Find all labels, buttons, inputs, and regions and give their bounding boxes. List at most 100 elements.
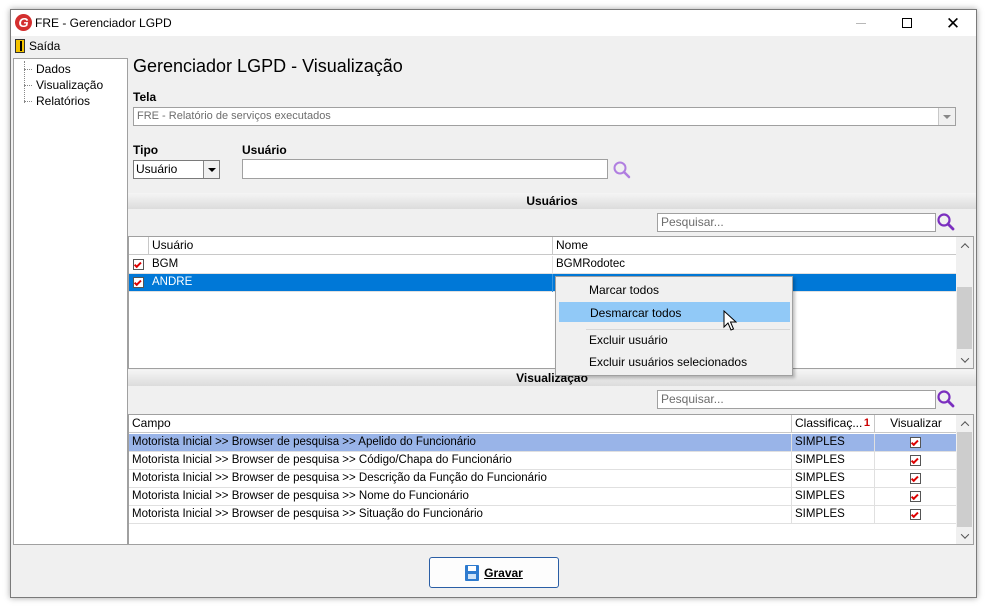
chevron-down-icon — [207, 167, 216, 172]
gravar-button-label: Gravar — [484, 565, 523, 580]
scroll-up-button[interactable] — [956, 415, 973, 432]
row-checkbox[interactable] — [133, 277, 144, 288]
visualizar-checkbox[interactable] — [910, 509, 921, 520]
page-title: Gerenciador LGPD - Visualização — [133, 56, 403, 76]
window-title: FRE - Gerenciador LGPD — [35, 16, 172, 30]
scroll-down-button[interactable] — [956, 351, 973, 368]
visualizacao-grid: Campo Classificaç... 1 Visualizar Motori… — [128, 414, 974, 545]
scroll-down-button[interactable] — [956, 527, 973, 544]
usuario-search-icon[interactable] — [612, 160, 632, 180]
scroll-up-button[interactable] — [956, 237, 973, 254]
usuarios-search-input[interactable]: Pesquisar... — [657, 213, 936, 232]
check-icon — [910, 455, 919, 464]
column-header-classificacao-label: Classificaç... — [795, 416, 863, 430]
tela-dropdown-button[interactable] — [938, 108, 955, 125]
maximize-button[interactable] — [884, 10, 930, 36]
title-bar: G FRE - Gerenciador LGPD ✕ — [11, 10, 976, 36]
check-icon — [910, 473, 919, 482]
menu-exit-label: Saída — [29, 39, 61, 53]
visualizar-checkbox[interactable] — [910, 455, 921, 466]
visualizacao-scrollbar[interactable] — [956, 415, 973, 544]
column-header-classificacao[interactable]: Classificaç... 1 — [792, 415, 875, 433]
row-checkbox[interactable] — [133, 259, 144, 270]
check-icon — [133, 277, 142, 286]
column-header-campo[interactable]: Campo — [129, 415, 792, 433]
usuarios-scrollbar[interactable] — [956, 237, 973, 368]
cell-classificacao: SIMPLES — [792, 452, 875, 470]
menu-item-desmarcar-todos[interactable]: Desmarcar todos — [559, 302, 790, 322]
visualizar-checkbox[interactable] — [910, 437, 921, 448]
cell-usuario: BGM — [149, 256, 553, 274]
column-header-usuario[interactable]: Usuário — [149, 237, 553, 255]
table-row-selected[interactable]: Motorista Inicial >> Browser de pesquisa… — [129, 434, 958, 452]
check-icon — [910, 491, 919, 500]
scroll-thumb[interactable] — [957, 432, 972, 527]
cell-campo: Motorista Inicial >> Browser de pesquisa… — [129, 452, 792, 470]
menu-item-excluir-usuario[interactable]: Excluir usuário — [559, 330, 790, 350]
minimize-icon — [856, 22, 866, 24]
visualizacao-grid-header: Campo Classificaç... 1 Visualizar — [129, 415, 958, 433]
tipo-label: Tipo — [133, 143, 159, 157]
cell-campo: Motorista Inicial >> Browser de pesquisa… — [129, 506, 792, 524]
exit-door-icon — [15, 39, 25, 53]
visualizacao-search-icon[interactable] — [936, 389, 956, 409]
app-window: G FRE - Gerenciador LGPD ✕ Saída Dados V… — [10, 9, 977, 598]
table-row[interactable]: Motorista Inicial >> Browser de pesquisa… — [129, 488, 958, 506]
tipo-select[interactable]: Usuário — [133, 160, 220, 179]
tipo-dropdown-button[interactable] — [203, 161, 219, 178]
usuarios-search-icon[interactable] — [936, 212, 956, 232]
sort-ascending-icon: 1 — [863, 417, 870, 429]
table-row[interactable]: Motorista Inicial >> Browser de pesquisa… — [129, 470, 958, 488]
table-row[interactable]: BGM BGMRodotec — [129, 256, 958, 274]
menu-item-excluir-selecionados[interactable]: Excluir usuários selecionados — [559, 352, 790, 372]
chevron-down-icon — [960, 529, 969, 539]
table-row[interactable]: Motorista Inicial >> Browser de pesquisa… — [129, 506, 958, 524]
chevron-up-icon — [960, 420, 969, 430]
column-header-visualizar[interactable]: Visualizar — [875, 415, 958, 433]
app-logo-icon: G — [15, 14, 32, 31]
cell-campo: Motorista Inicial >> Browser de pesquisa… — [129, 470, 792, 488]
context-menu: Marcar todos Desmarcar todos Excluir usu… — [555, 276, 793, 376]
cell-classificacao: SIMPLES — [792, 488, 875, 506]
gravar-button[interactable]: Gravar — [429, 557, 559, 588]
close-button[interactable]: ✕ — [930, 10, 976, 36]
visualizacao-search-input[interactable]: Pesquisar... — [657, 390, 936, 409]
cell-campo: Motorista Inicial >> Browser de pesquisa… — [129, 434, 792, 452]
chevron-up-icon — [960, 242, 969, 252]
visualizar-checkbox[interactable] — [910, 473, 921, 484]
check-icon — [910, 509, 919, 518]
table-row[interactable]: Motorista Inicial >> Browser de pesquisa… — [129, 452, 958, 470]
maximize-icon — [902, 18, 912, 28]
cell-classificacao: SIMPLES — [792, 434, 875, 452]
cell-usuario: ANDRE — [149, 274, 553, 292]
usuarios-grid-header: Usuário Nome — [129, 237, 958, 255]
tipo-select-value: Usuário — [136, 162, 178, 176]
menu-bar: Saída — [11, 36, 976, 56]
cell-nome: BGMRodotec — [553, 256, 958, 274]
tela-select[interactable]: FRE - Relatório de serviços executados — [133, 107, 956, 126]
cell-classificacao: SIMPLES — [792, 506, 875, 524]
tela-select-value: FRE - Relatório de serviços executados — [137, 110, 331, 122]
close-icon: ✕ — [945, 13, 961, 33]
cell-campo: Motorista Inicial >> Browser de pesquisa… — [129, 488, 792, 506]
tree-item-relatorios[interactable]: Relatórios — [18, 93, 90, 109]
usuario-input[interactable] — [242, 159, 608, 179]
floppy-disk-icon — [465, 564, 480, 581]
tree-item-visualizacao[interactable]: Visualização — [18, 77, 103, 93]
column-header-nome[interactable]: Nome — [553, 237, 958, 255]
checkbox-column-header — [129, 237, 149, 255]
usuario-label: Usuário — [242, 143, 287, 157]
cell-classificacao: SIMPLES — [792, 470, 875, 488]
usuarios-section-header: Usuários — [128, 193, 976, 209]
navigation-tree: Dados Visualização Relatórios — [13, 58, 128, 545]
menu-exit[interactable]: Saída — [13, 38, 62, 54]
table-row-selected[interactable]: ANDRE — [129, 274, 958, 292]
minimize-button[interactable] — [838, 10, 884, 36]
chevron-down-icon — [960, 353, 969, 363]
menu-item-marcar-todos[interactable]: Marcar todos — [559, 280, 790, 300]
tree-item-dados[interactable]: Dados — [18, 61, 71, 77]
mouse-pointer-icon — [723, 310, 737, 331]
scroll-thumb[interactable] — [957, 287, 972, 349]
usuarios-grid: Usuário Nome BGM BGMRodotec ANDRE — [128, 236, 974, 369]
visualizar-checkbox[interactable] — [910, 491, 921, 502]
